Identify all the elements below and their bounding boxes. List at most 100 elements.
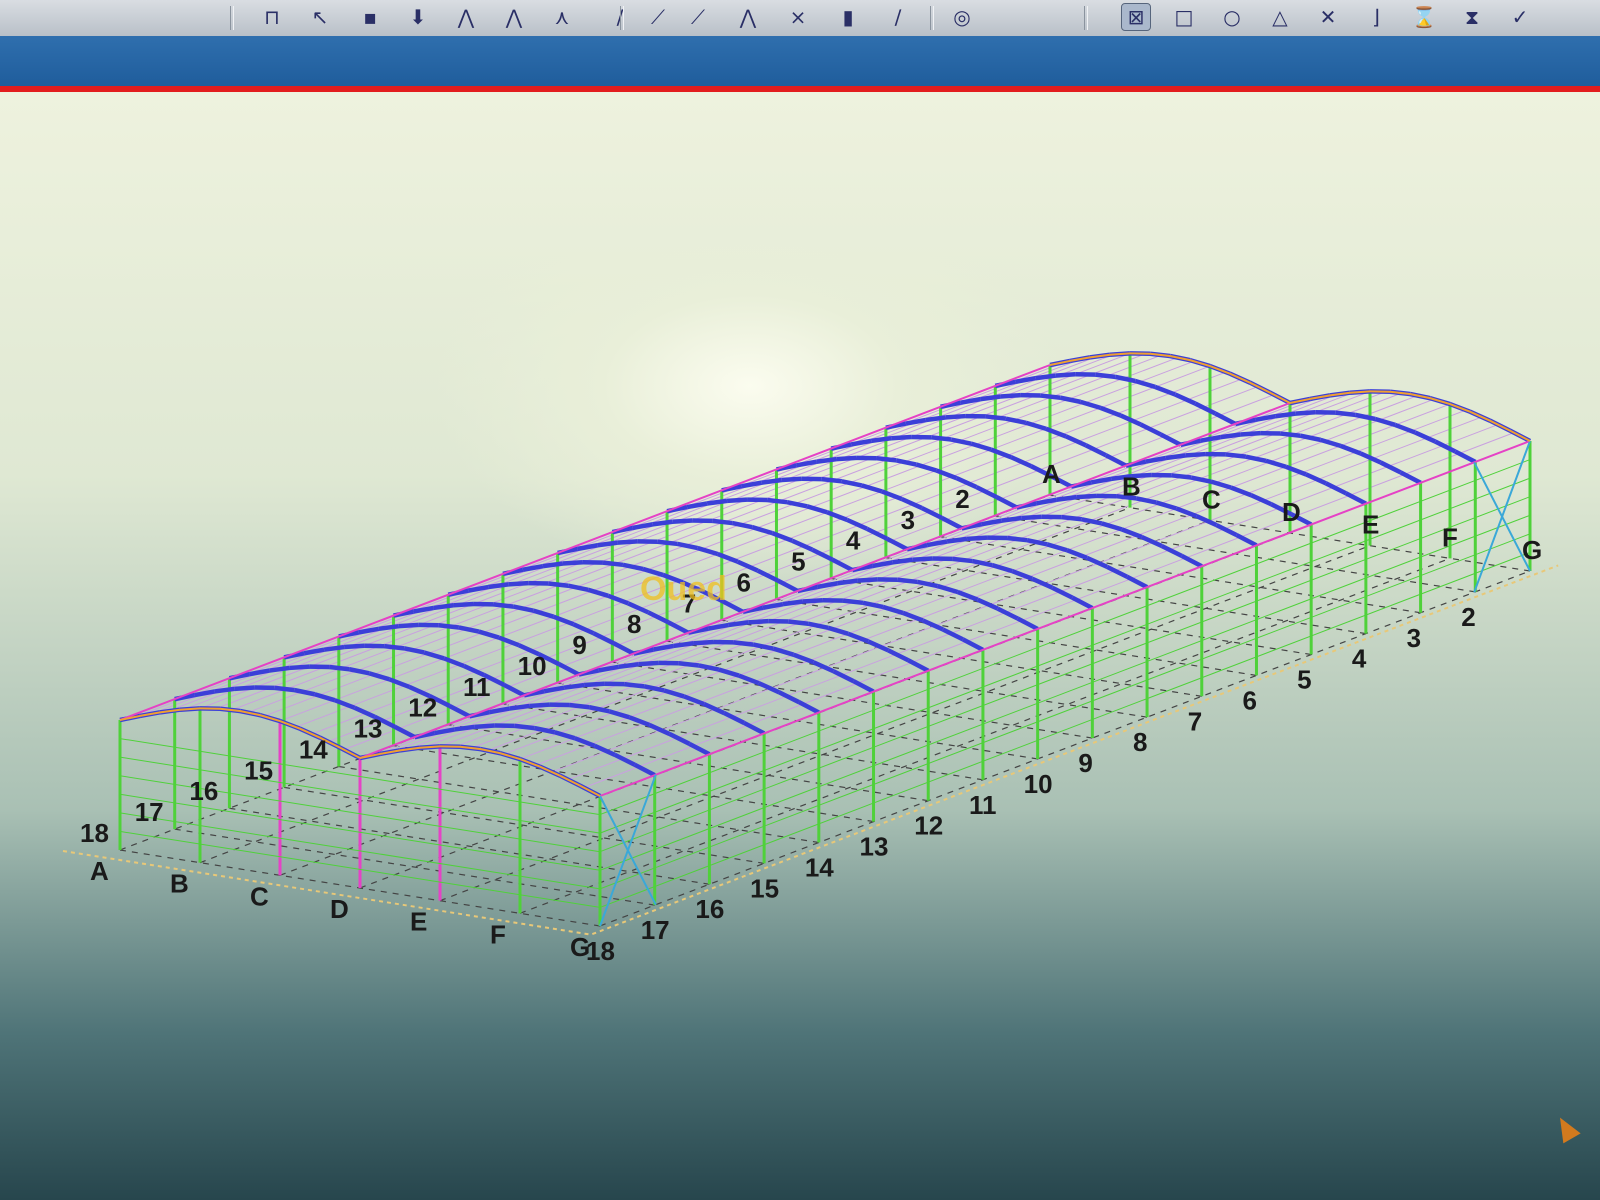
rafter[interactable]: [393, 724, 416, 740]
rafter[interactable]: [806, 504, 828, 515]
rafter[interactable]: [514, 723, 535, 731]
node-icon[interactable]: ▪: [356, 4, 384, 30]
rafter[interactable]: [1434, 439, 1457, 454]
rafter[interactable]: [613, 752, 636, 767]
frame-icon[interactable]: ⊓: [258, 4, 286, 30]
rafter[interactable]: [915, 462, 938, 473]
rafter[interactable]: [214, 686, 235, 694]
rafter[interactable]: [812, 660, 835, 674]
rafter[interactable]: [433, 603, 454, 611]
rafter[interactable]: [1021, 514, 1042, 521]
rafter[interactable]: [836, 455, 857, 462]
rafter[interactable]: [1379, 460, 1402, 475]
rafter[interactable]: [1055, 372, 1076, 378]
end-truss[interactable]: [339, 746, 361, 759]
girt[interactable]: [599, 551, 1531, 908]
roof-icon[interactable]: ⋀: [734, 4, 762, 30]
rafter[interactable]: [693, 639, 714, 646]
rafter[interactable]: [1165, 453, 1187, 461]
rafter[interactable]: [1106, 564, 1129, 579]
rafter[interactable]: [612, 641, 635, 656]
rafter[interactable]: [1099, 405, 1122, 418]
diag-icon[interactable]: ⟋: [644, 4, 672, 30]
end-truss[interactable]: [1269, 391, 1291, 404]
rafter[interactable]: [683, 694, 705, 707]
rafter[interactable]: [1101, 521, 1123, 532]
rafter[interactable]: [438, 623, 460, 630]
rafter[interactable]: [1374, 416, 1396, 428]
rafter[interactable]: [529, 702, 550, 709]
rafter[interactable]: [617, 539, 638, 545]
purlin[interactable]: [279, 365, 1211, 722]
load-icon[interactable]: ⬇: [404, 4, 432, 30]
rafter[interactable]: [1134, 378, 1156, 390]
rafter[interactable]: [1079, 399, 1102, 411]
rafter[interactable]: [996, 606, 1019, 621]
rafter[interactable]: [925, 415, 947, 423]
rafter[interactable]: [733, 640, 754, 647]
rafter[interactable]: [1160, 543, 1183, 558]
rafter[interactable]: [503, 682, 526, 698]
rafter[interactable]: [563, 682, 585, 690]
rafter[interactable]: [787, 619, 809, 626]
rafter[interactable]: [1194, 401, 1217, 416]
rafter[interactable]: [945, 413, 967, 420]
rafter[interactable]: [1056, 494, 1077, 502]
rafter[interactable]: [1025, 420, 1047, 431]
girt[interactable]: [599, 477, 1531, 834]
edit-icon[interactable]: ∕: [884, 4, 912, 30]
rafter[interactable]: [269, 665, 290, 673]
rect-select-icon[interactable]: ⊠: [1121, 3, 1151, 31]
rafter[interactable]: [1016, 616, 1039, 631]
end-truss[interactable]: [1229, 372, 1251, 384]
rafter[interactable]: [697, 545, 719, 557]
rafter[interactable]: [652, 519, 673, 527]
rafter[interactable]: [748, 618, 769, 625]
rafter[interactable]: [602, 560, 624, 568]
end-truss[interactable]: [1509, 429, 1531, 442]
rafter[interactable]: [1159, 432, 1182, 447]
rafter[interactable]: [1154, 384, 1177, 397]
rafter[interactable]: [882, 604, 904, 616]
rafter[interactable]: [776, 578, 799, 593]
rafter[interactable]: [1344, 491, 1367, 506]
rafter[interactable]: [930, 435, 952, 442]
rafter[interactable]: [329, 664, 350, 672]
rafter[interactable]: [1061, 514, 1083, 522]
rafter[interactable]: [891, 434, 912, 441]
rafter[interactable]: [867, 639, 890, 653]
end-truss[interactable]: [1209, 365, 1231, 375]
rafter[interactable]: [946, 536, 968, 544]
rafter[interactable]: [852, 679, 875, 694]
rafter[interactable]: [1120, 527, 1143, 540]
rafter[interactable]: [688, 741, 711, 757]
rafter[interactable]: [509, 703, 530, 711]
purlin[interactable]: [183, 353, 1115, 710]
rafter[interactable]: [738, 673, 760, 686]
triangle-icon[interactable]: △: [1266, 4, 1294, 30]
rafter[interactable]: [1000, 392, 1021, 399]
rafter[interactable]: [454, 724, 475, 732]
eave-beam[interactable]: [119, 364, 1051, 721]
rafter[interactable]: [478, 629, 500, 640]
rafter[interactable]: [448, 703, 471, 719]
rafter[interactable]: [618, 661, 640, 670]
purlin[interactable]: [295, 371, 1227, 728]
rafter[interactable]: [587, 587, 609, 598]
rafter[interactable]: [633, 762, 656, 778]
circle-icon[interactable]: ○: [1218, 4, 1246, 30]
rafter[interactable]: [792, 652, 815, 665]
rafter[interactable]: [608, 709, 631, 720]
rafter[interactable]: [821, 476, 843, 484]
purlin[interactable]: [215, 353, 1147, 710]
end-truss[interactable]: [1469, 410, 1491, 422]
truss-icon[interactable]: ⋀: [452, 4, 480, 30]
structure-model[interactable]: A B C D E F G 18 17 16 15 14 13 12 11 10 9 8 7 6 5 4 3 2 18 17 16 1…: [0, 86, 1600, 1200]
rafter[interactable]: [1225, 452, 1247, 459]
rafter[interactable]: [797, 700, 820, 715]
rafter[interactable]: [1051, 585, 1074, 600]
rafter[interactable]: [802, 597, 824, 604]
purlin[interactable]: [135, 361, 1067, 718]
rafter[interactable]: [920, 505, 943, 520]
rafter[interactable]: [956, 589, 979, 602]
